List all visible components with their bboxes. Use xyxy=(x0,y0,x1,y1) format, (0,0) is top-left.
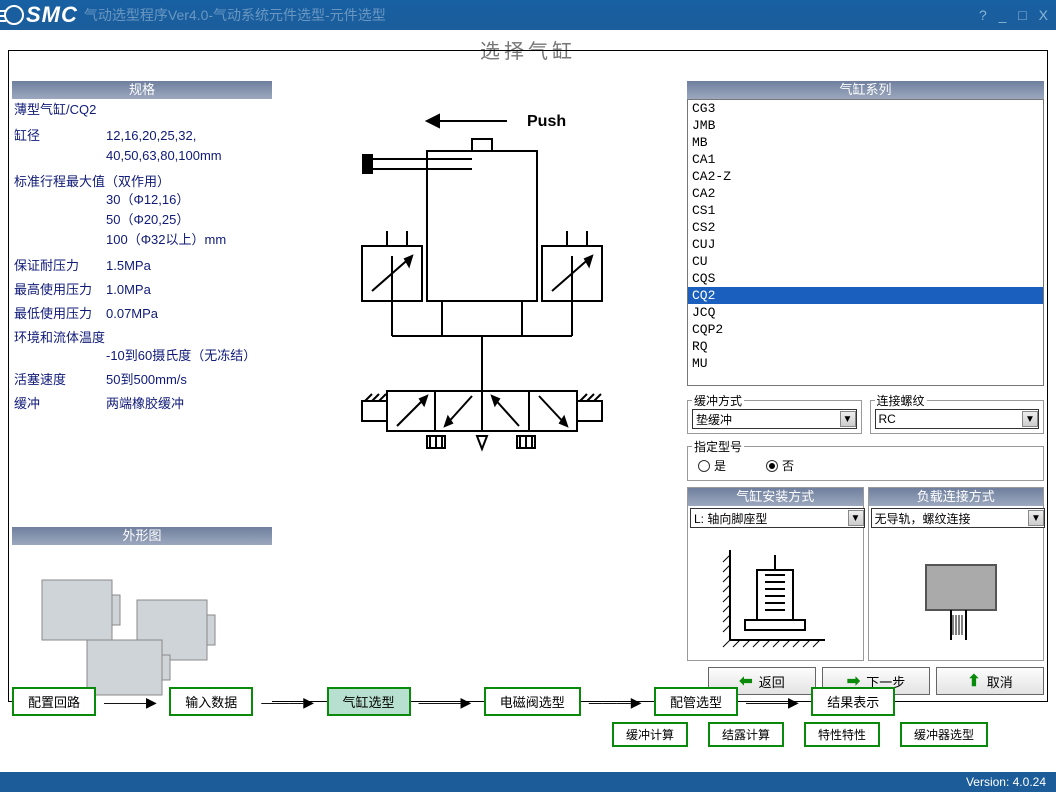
flow-result[interactable]: 结果表示 xyxy=(811,687,895,716)
series-item[interactable]: CA2-Z xyxy=(688,168,1043,185)
bore-label: 缸径 xyxy=(14,127,106,145)
titlebar: SMC 气动选型程序Ver4.0-气动系统元件选型-元件选型 ? _ □ X xyxy=(0,0,1056,30)
chevron-down-icon: ▼ xyxy=(848,510,864,526)
chevron-down-icon: ▼ xyxy=(1028,510,1044,526)
left-column: 规格 薄型气缸/CQ2 缸径12,16,20,25,32, 40,50,63,8… xyxy=(12,81,272,715)
flow-cushion-calc[interactable]: 缓冲计算 xyxy=(612,722,688,747)
flow-char[interactable]: 特性特性 xyxy=(804,722,880,747)
radio-no[interactable]: 否 xyxy=(766,457,794,474)
bore-val: 12,16,20,25,32, xyxy=(106,127,196,145)
series-item[interactable]: RQ xyxy=(688,338,1043,355)
series-list[interactable]: CG3JMBMBCA1CA2-ZCA2CS1CS2CUJCUCQSCQ2JCQC… xyxy=(687,99,1044,386)
flow-dew-calc[interactable]: 结露计算 xyxy=(708,722,784,747)
mount-select[interactable]: L: 轴向脚座型▼ xyxy=(690,508,865,528)
spec-body: 薄型气缸/CQ2 缸径12,16,20,25,32, 40,50,63,80,1… xyxy=(12,99,272,417)
series-item[interactable]: JMB xyxy=(688,117,1043,134)
thread-select[interactable]: RC▼ xyxy=(875,409,1040,429)
shape-title: 外形图 xyxy=(12,527,272,545)
series-item[interactable]: CU xyxy=(688,253,1043,270)
cushion-select[interactable]: 垫缓冲▼ xyxy=(692,409,857,429)
series-item[interactable]: CQS xyxy=(688,270,1043,287)
flow-pipe[interactable]: 配管选型 xyxy=(654,687,738,716)
version-text: Version: 4.0.24 xyxy=(966,775,1046,789)
stroke-label: 标准行程最大值（双作用） xyxy=(14,173,270,191)
flow-config[interactable]: 配置回路 xyxy=(12,687,96,716)
window-controls[interactable]: ? _ □ X xyxy=(979,7,1052,23)
series-title: 气缸系列 xyxy=(687,81,1044,99)
thread-group: 连接螺纹 RC▼ xyxy=(870,392,1045,434)
right-column: 气缸系列 CG3JMBMBCA1CA2-ZCA2CS1CS2CUJCUCQSCQ… xyxy=(687,81,1044,661)
statusbar: Version: 4.0.24 xyxy=(0,772,1056,792)
flow-row: 配置回路―――▶ 输入数据―――▶ 气缸选型―――▶ 电磁阀选型―――▶ 配管选… xyxy=(12,687,1044,747)
series-item[interactable]: CQP2 xyxy=(688,321,1043,338)
cushion-group: 缓冲方式 垫缓冲▼ xyxy=(687,392,862,434)
spec-model: 薄型气缸/CQ2 xyxy=(14,101,270,119)
main-frame: 选择气缸 规格 薄型气缸/CQ2 缸径12,16,20,25,32, 40,50… xyxy=(0,30,1056,772)
app-title: 气动选型程序Ver4.0-气动系统元件选型-元件选型 xyxy=(84,5,386,25)
load-select[interactable]: 无导轨，螺纹连接▼ xyxy=(871,508,1046,528)
series-item[interactable]: CS2 xyxy=(688,219,1043,236)
series-item[interactable]: MU xyxy=(688,355,1043,372)
load-group: 负载连接方式 无导轨，螺纹连接▼ xyxy=(868,487,1045,661)
mount-group: 气缸安装方式 L: 轴向脚座型▼ xyxy=(687,487,864,661)
series-item[interactable]: CQ2 xyxy=(688,287,1043,304)
mount-diagram xyxy=(688,530,863,660)
flow-input[interactable]: 输入数据 xyxy=(169,687,253,716)
logo: SMC xyxy=(4,2,78,28)
diagram: Push xyxy=(277,81,682,551)
temp-label: 环境和流体温度 xyxy=(14,329,270,347)
series-item[interactable]: CA2 xyxy=(688,185,1043,202)
svg-text:Push: Push xyxy=(527,113,566,130)
load-diagram xyxy=(869,530,1044,660)
chevron-down-icon: ▼ xyxy=(840,411,856,427)
flow-cylinder[interactable]: 气缸选型 xyxy=(327,687,411,716)
radio-yes[interactable]: 是 xyxy=(698,457,726,474)
series-item[interactable]: CG3 xyxy=(688,100,1043,117)
series-item[interactable]: CUJ xyxy=(688,236,1043,253)
spec-title: 规格 xyxy=(12,81,272,99)
spec-model-group: 指定型号 是 否 xyxy=(687,438,1044,481)
chevron-down-icon: ▼ xyxy=(1022,411,1038,427)
flow-cushion-sel[interactable]: 缓冲器选型 xyxy=(900,722,988,747)
series-item[interactable]: MB xyxy=(688,134,1043,151)
content-border: 规格 薄型气缸/CQ2 缸径12,16,20,25,32, 40,50,63,8… xyxy=(8,50,1048,702)
flow-valve[interactable]: 电磁阀选型 xyxy=(484,687,581,716)
series-item[interactable]: CS1 xyxy=(688,202,1043,219)
series-item[interactable]: JCQ xyxy=(688,304,1043,321)
series-item[interactable]: CA1 xyxy=(688,151,1043,168)
